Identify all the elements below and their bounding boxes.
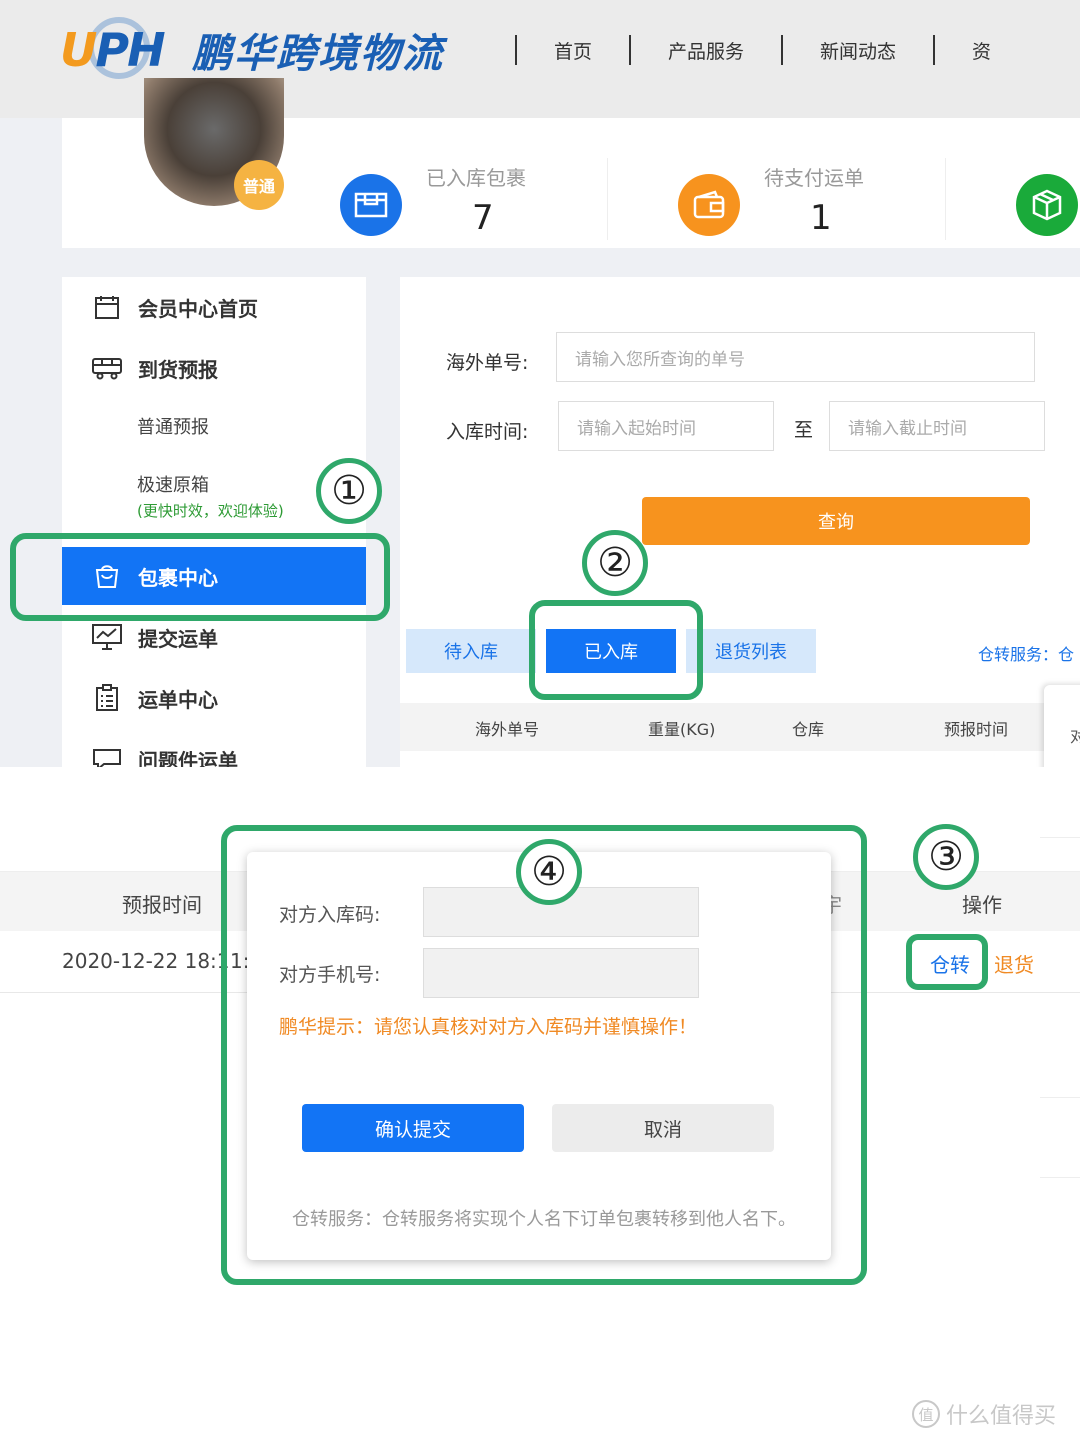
- tab-pending-storage[interactable]: 待入库: [406, 629, 536, 673]
- nav-item-home[interactable]: 首页: [517, 37, 629, 64]
- stat-value-unpaid[interactable]: 1: [810, 198, 832, 238]
- return-link[interactable]: 退货: [994, 949, 1034, 978]
- watermark-text: 什么值得买: [946, 1404, 1057, 1429]
- sidebar-item-label: 会员中心首页: [138, 296, 258, 321]
- highlight-stored-tab: [529, 600, 703, 700]
- annotation-number-3: ③: [913, 824, 979, 890]
- logo-letters: UPH: [60, 23, 166, 77]
- end-time-input[interactable]: 请输入截止时间: [829, 401, 1045, 451]
- logo-mark: UPH: [60, 15, 186, 85]
- sidebar-subitem-label: 极速原箱: [137, 475, 209, 496]
- watermark-icon: 值: [912, 1400, 940, 1428]
- sidebar-item-arrival-forecast[interactable]: 到货预报: [62, 339, 366, 397]
- sidebar-item-label: 到货预报: [138, 357, 218, 382]
- package-center-main: 海外单号: 请输入您所查询的单号 入库时间: 请输入起始时间 至 请输入截止时间…: [400, 277, 1080, 767]
- dialog-edge-text: 对: [1070, 727, 1080, 746]
- column-header-action: 操作: [962, 893, 1002, 917]
- nav-item-products[interactable]: 产品服务: [631, 37, 781, 64]
- sidebar-item-problem-waybill[interactable]: 问题件运单: [62, 730, 366, 767]
- main-nav: 首页 产品服务 新闻动态 资: [515, 32, 1028, 68]
- sidebar-item-member-home[interactable]: 会员中心首页: [62, 278, 366, 336]
- highlight-package-center: [10, 533, 390, 621]
- date-range-separator: 至: [794, 419, 814, 441]
- annotation-number-4: ④: [516, 839, 582, 905]
- transfer-service-link[interactable]: 仓转服务：仓: [978, 641, 1074, 665]
- warehouse-box-icon: [340, 174, 402, 236]
- annotation-number-2: ②: [582, 530, 648, 596]
- package-cube-icon: [1016, 174, 1078, 236]
- tab-return-list[interactable]: 退货列表: [686, 629, 816, 673]
- overseas-number-input[interactable]: 请输入您所查询的单号: [556, 332, 1035, 382]
- brand-name: 鹏华跨境物流: [192, 31, 444, 77]
- nav-item-resources[interactable]: 资: [935, 37, 1028, 64]
- faint-divider: [1040, 837, 1080, 838]
- storage-time-label: 入库时间:: [446, 421, 529, 443]
- annotation-number-1: ①: [316, 458, 382, 524]
- package-table-header: 海外单号 重量(KG) 仓库 预报时间: [400, 703, 1080, 751]
- logo-letters-ph: PH: [95, 23, 165, 77]
- truck-icon: [92, 353, 122, 383]
- calendar-icon: [92, 292, 122, 322]
- member-stats-bar: 普通 已入库包裹 7 待支付运单 1: [62, 78, 1080, 248]
- overseas-number-label: 海外单号:: [446, 352, 529, 374]
- start-time-input[interactable]: 请输入起始时间: [558, 401, 774, 451]
- nav-item-news[interactable]: 新闻动态: [783, 37, 933, 64]
- column-header-weight: 重量(KG): [648, 720, 716, 739]
- dialog-edge: 对: [1044, 685, 1080, 767]
- member-level-badge: 普通: [234, 160, 284, 210]
- chat-icon: [92, 744, 122, 767]
- stat-divider: [607, 158, 608, 240]
- wallet-icon: [678, 174, 740, 236]
- member-sidebar: 会员中心首页 到货预报 普通预报 极速原箱 (更快时效，欢迎体验) 包裹中心 提…: [62, 277, 366, 767]
- column-header-forecast-time: 预报时间: [944, 720, 1009, 739]
- faint-divider: [1040, 1097, 1080, 1098]
- clipboard-list-icon: [92, 683, 122, 713]
- column-header-overseas-number: 海外单号: [475, 720, 540, 739]
- sidebar-subitem-express-box[interactable]: 极速原箱 (更快时效，欢迎体验): [137, 471, 284, 521]
- column-header-forecast-time: 预报时间: [122, 893, 202, 917]
- cell-forecast-time: 2020-12-22 18:1: [62, 949, 230, 973]
- column-header-warehouse: 仓库: [792, 720, 825, 739]
- express-promo-text: (更快时效，欢迎体验): [137, 502, 284, 520]
- zoomed-dialog-panel: 预报时间 宇 操作 2020-12-22 18:1 1: 仓转 退货 对方入库码…: [0, 767, 1080, 1440]
- sidebar-subitem-normal-forecast[interactable]: 普通预报: [137, 413, 209, 439]
- stat-label-unpaid: 待支付运单: [764, 166, 864, 190]
- sidebar-item-label: 运单中心: [138, 687, 218, 712]
- watermark: 值 什么值得买: [912, 1398, 1056, 1430]
- monitor-chart-icon: [92, 622, 122, 652]
- stat-value-stored[interactable]: 7: [472, 198, 494, 238]
- sidebar-item-waybill-center[interactable]: 运单中心: [62, 669, 366, 727]
- query-button[interactable]: 查询: [642, 497, 1030, 545]
- faint-divider: [1040, 1177, 1080, 1178]
- logo-letter-u: U: [60, 23, 97, 77]
- stat-label-stored: 已入库包裹: [426, 166, 526, 190]
- sidebar-item-label: 问题件运单: [138, 748, 238, 768]
- top-screenshot-panel: UPH 鹏华跨境物流 首页 产品服务 新闻动态 资 普通 已入库包裹 7 待支付…: [0, 0, 1080, 767]
- highlight-transfer-link: [906, 934, 988, 990]
- sidebar-item-label: 提交运单: [138, 626, 218, 651]
- stat-divider: [945, 158, 946, 240]
